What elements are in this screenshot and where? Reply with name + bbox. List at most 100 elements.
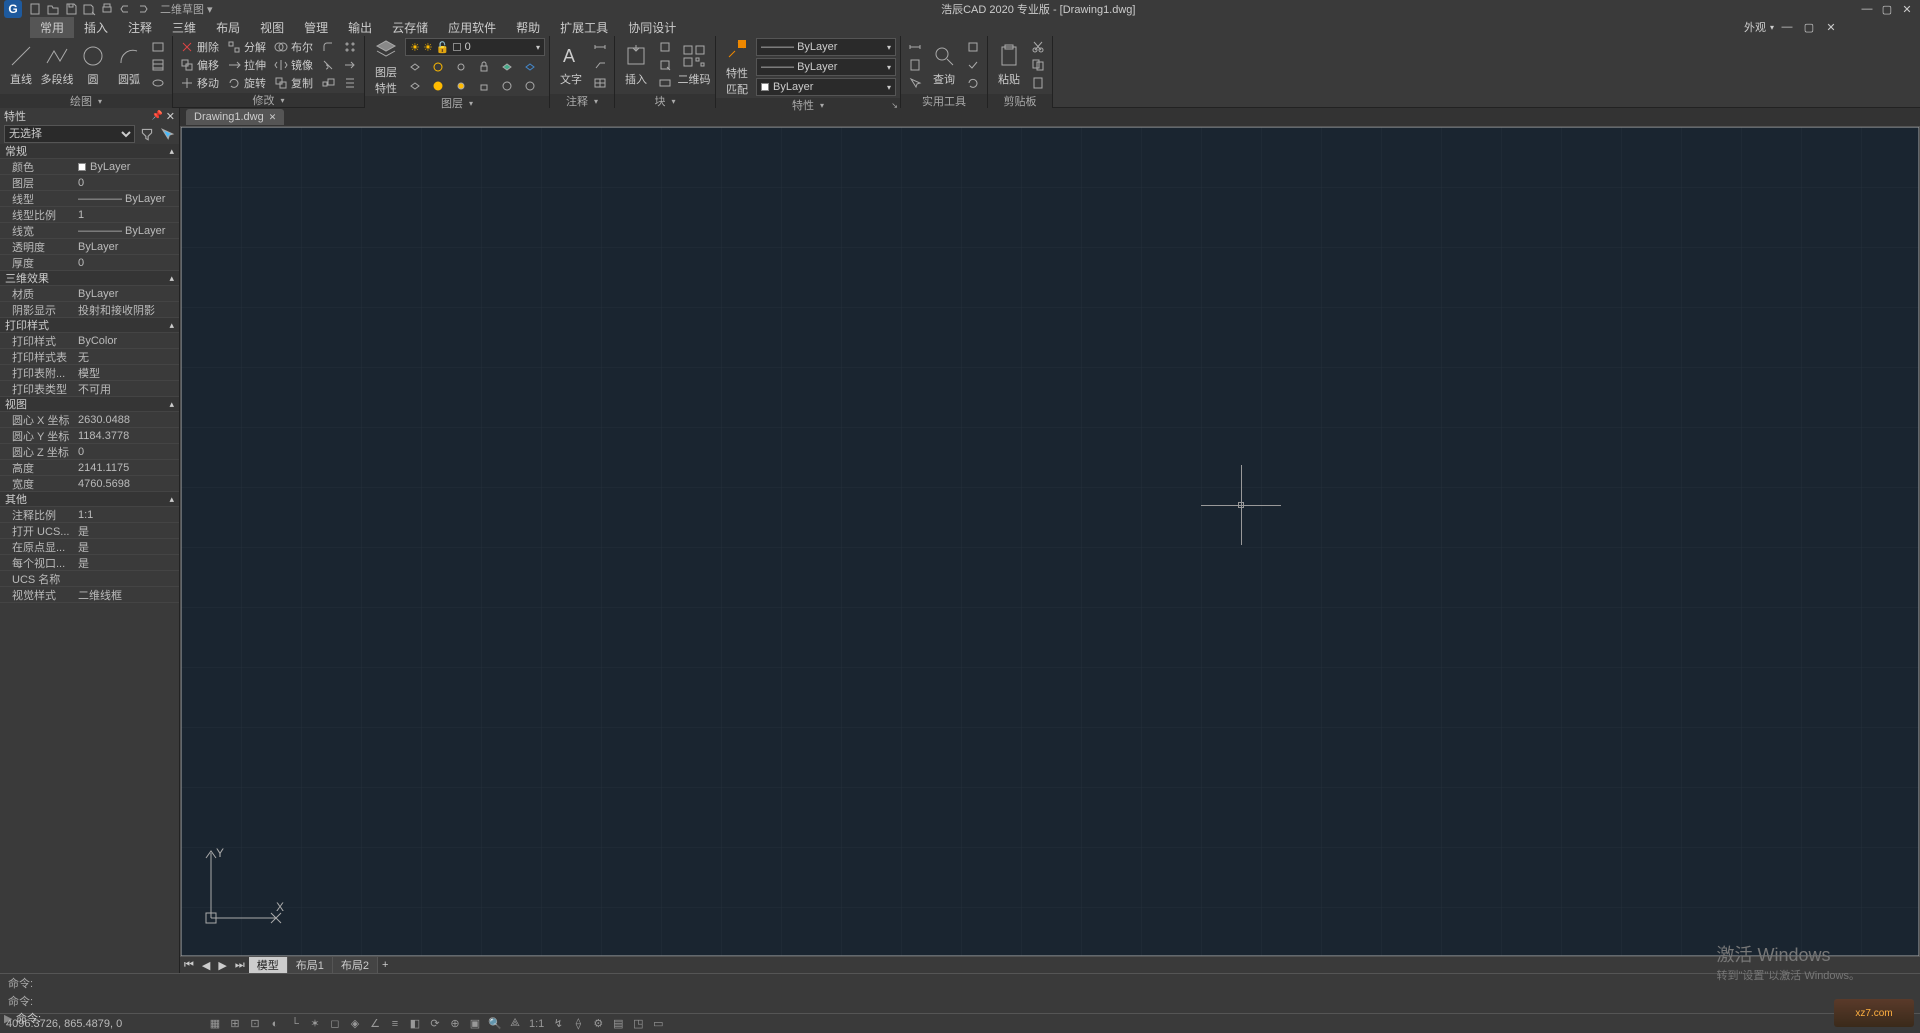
layer-delete-button[interactable] [520,77,540,94]
layout-next-button[interactable]: ▶ [214,959,230,972]
tab-layout[interactable]: 布局 [206,17,250,38]
annoauto-icon[interactable]: ↯ [549,1016,567,1032]
panel-draw-label[interactable]: 绘图▾ [0,94,172,108]
layer-lock-button[interactable] [474,58,494,75]
mirror-button[interactable]: 镜像 [271,56,316,73]
infer-icon[interactable]: ⊡ [246,1016,264,1032]
ortho-icon[interactable]: └ [286,1016,304,1032]
undo-icon[interactable] [118,2,132,16]
layer-match-button[interactable] [497,58,517,75]
select-button[interactable] [905,75,925,92]
offset-button[interactable]: 偏移 [177,56,222,73]
layer-merge-button[interactable] [497,77,517,94]
prop-row[interactable]: 线型———— ByLayer [0,191,179,207]
layer-on-button[interactable] [428,77,448,94]
polar-icon[interactable]: ✶ [306,1016,324,1032]
prop-row[interactable]: 材质ByLayer [0,286,179,302]
canvas[interactable]: XY [180,126,1920,957]
prop-group-header[interactable]: 三维效果▴ [0,271,179,286]
prop-row[interactable]: UCS 名称 [0,571,179,587]
circle-button[interactable]: 圆 [76,38,110,92]
block-edit-button[interactable] [655,57,675,74]
layer-prev-button[interactable] [405,77,425,94]
annovis-icon[interactable]: ⟠ [569,1016,587,1032]
iso-icon[interactable]: ◳ [629,1016,647,1032]
close-icon[interactable]: ✕ [269,112,277,123]
prop-row[interactable]: 透明度ByLayer [0,239,179,255]
prop-row[interactable]: 圆心 Z 坐标0 [0,444,179,460]
layout-add-button[interactable]: + [378,959,392,971]
annoscale-icon[interactable]: ⟁ [506,1016,524,1032]
quick-select-icon[interactable] [139,126,155,142]
scale-label[interactable]: 1:1 [526,1016,547,1032]
paste-button[interactable]: 粘贴 [992,38,1026,92]
prop-row[interactable]: 图层0 [0,175,179,191]
prop-group-header[interactable]: 视图▴ [0,397,179,412]
tab-view[interactable]: 视图 [250,17,294,38]
prop-row[interactable]: 圆心 X 坐标2630.0488 [0,412,179,428]
document-tab[interactable]: Drawing1.dwg✕ [186,109,284,125]
scale-button[interactable] [318,74,338,91]
appearance-label[interactable]: 外观 [1744,19,1766,35]
minimize-button[interactable]: — [1858,2,1876,16]
layout-tab-1[interactable]: 布局1 [288,957,333,973]
stretch-button[interactable]: 拉伸 [224,56,269,73]
grid-icon[interactable]: ▦ [206,1016,224,1032]
print-icon[interactable] [100,2,114,16]
hatch-button[interactable] [148,57,168,74]
doc-restore-button[interactable]: ▢ [1800,20,1818,34]
prop-row[interactable]: 高度2141.1175 [0,460,179,476]
fillet-button[interactable] [318,38,338,55]
array-button[interactable] [340,38,360,55]
tab-cloud[interactable]: 云存储 [382,17,438,38]
3dosnap-icon[interactable]: ◈ [346,1016,364,1032]
prop-row[interactable]: 打开 UCS...是 [0,523,179,539]
open-file-icon[interactable] [46,2,60,16]
osnap-icon[interactable]: ◻ [326,1016,344,1032]
cycle-icon[interactable]: ⟳ [426,1016,444,1032]
transparency-icon[interactable]: ◧ [406,1016,424,1032]
move-button[interactable]: 移动 [177,74,222,91]
saveas-icon[interactable] [82,2,96,16]
rect-button[interactable] [148,39,168,56]
purge-button[interactable] [963,39,983,56]
block-attr-button[interactable] [655,75,675,92]
doc-close-button[interactable]: ✕ [1822,20,1840,34]
qrcode-button[interactable]: 二维码 [677,38,711,92]
panel-properties-label[interactable]: 特性▾↘ [716,98,900,112]
layout-last-button[interactable]: ⏭ [231,959,249,972]
ws-icon[interactable]: ⚙ [589,1016,607,1032]
boolean-button[interactable]: 布尔 [271,38,316,55]
panel-block-label[interactable]: 块▾ [615,94,715,108]
prop-row[interactable]: 注释比例1:1 [0,507,179,523]
layer-thaw-button[interactable] [451,77,471,94]
decompose-button[interactable]: 分解 [224,38,269,55]
dynmode-icon[interactable]: ⊕ [446,1016,464,1032]
prop-group-header[interactable]: 常规▴ [0,144,179,159]
layout-tab-2[interactable]: 布局2 [333,957,378,973]
prop-row[interactable]: 打印样式ByColor [0,333,179,349]
trim-button[interactable] [318,56,338,73]
prop-row[interactable]: 宽度4760.5698 [0,476,179,492]
layout-first-button[interactable]: ⏮ [180,959,198,972]
save-icon[interactable] [64,2,78,16]
recover-button[interactable] [963,75,983,92]
doc-minimize-button[interactable]: — [1778,20,1796,34]
lwt-icon[interactable]: ≡ [386,1016,404,1032]
prop-row[interactable]: 打印样式表无 [0,349,179,365]
delete-button[interactable]: 删除 [177,38,222,55]
tab-annotation[interactable]: 注释 [118,17,162,38]
lineweight-dropdown[interactable]: ByLayer▾ [756,78,896,96]
close-button[interactable]: ✕ [1898,2,1916,16]
prop-row[interactable]: 线型比例1 [0,207,179,223]
dynamic-icon[interactable]: ◐ [266,1016,284,1032]
polyline-button[interactable]: 多段线 [40,38,74,92]
new-file-icon[interactable] [28,2,42,16]
panel-modify-label[interactable]: 修改▾ [173,93,364,107]
redo-icon[interactable] [136,2,150,16]
prop-row[interactable]: 打印表类型不可用 [0,381,179,397]
match-props-button[interactable]: 特性 匹配 [720,40,754,94]
audit-button[interactable] [963,57,983,74]
dimension-button[interactable] [590,39,610,56]
paste-special-button[interactable] [1028,75,1048,92]
